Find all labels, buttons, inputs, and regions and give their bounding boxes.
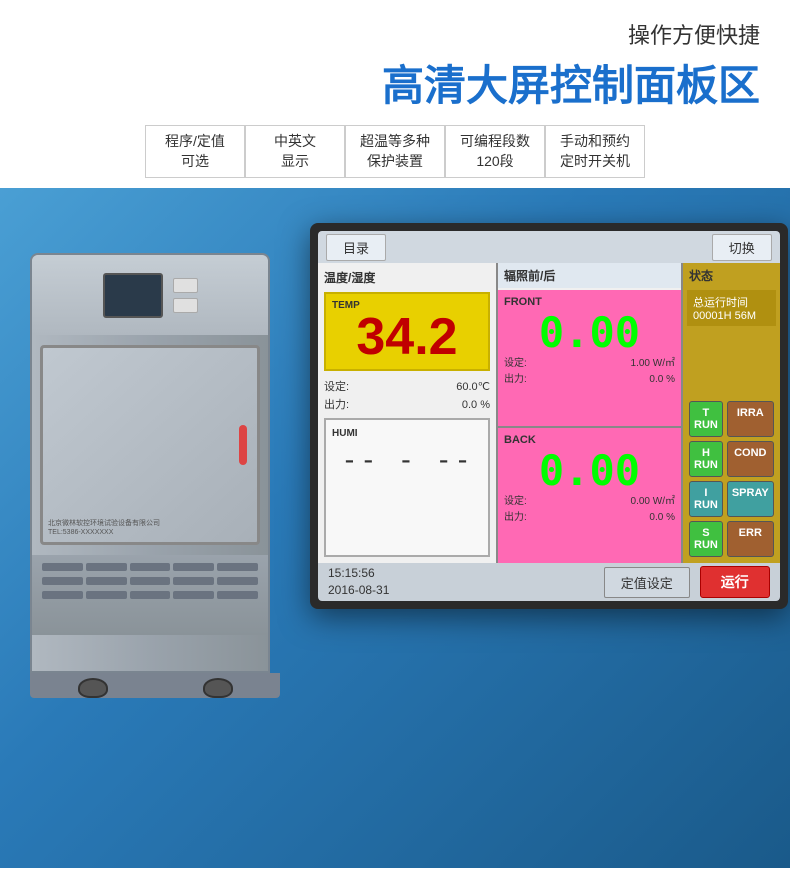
cp-tab-menu[interactable]: 目录 xyxy=(326,234,386,261)
cp-body: 温度/湿度 TEMP 34.2 设定: 60.0℃ 出力: xyxy=(318,263,780,563)
irra-front-value: 0.00 xyxy=(504,310,675,356)
vent-slot xyxy=(42,563,83,571)
machine-bottom xyxy=(32,555,268,635)
vent-slot xyxy=(86,577,127,585)
btn-h-run[interactable]: H RUN xyxy=(689,441,723,477)
cp-header: 目录 切换 xyxy=(318,231,780,263)
vent-slot xyxy=(130,591,171,599)
temp-setpoint: 设定: 60.0℃ xyxy=(324,379,490,397)
cp-footer: 15:15:56 2016-08-31 定值设定 运行 xyxy=(318,563,780,601)
cp-time-value: 15:15:56 xyxy=(328,565,389,582)
cp-setpoint-btn[interactable]: 定值设定 xyxy=(604,567,690,598)
door-handle xyxy=(239,425,247,465)
irra-front: FRONT 0.00 设定: 1.00 W/㎡ 出力: 0.0 % xyxy=(498,290,681,428)
btn-cond[interactable]: COND xyxy=(727,441,774,477)
cp-run-btn[interactable]: 运行 xyxy=(700,566,770,598)
status-label: 状态 xyxy=(683,263,780,288)
btn-err[interactable]: ERR xyxy=(727,521,774,557)
panel-temp-humi: 温度/湿度 TEMP 34.2 设定: 60.0℃ 出力: xyxy=(318,263,498,563)
vent-slot xyxy=(42,577,83,585)
temp-settings: 设定: 60.0℃ 出力: 0.0 % xyxy=(324,379,490,414)
machine-area: 北京微林软控环境试验设备有限公司 TEL:5386-XXXXXXX xyxy=(30,253,290,698)
machine-base xyxy=(30,673,280,698)
machine-body: 北京微林软控环境试验设备有限公司 TEL:5386-XXXXXXX xyxy=(30,253,270,673)
features-row: 程序/定值 可选 中英文 显示 超温等多种 保护装置 可编程段数 120段 手动… xyxy=(30,125,760,178)
irra-back-value: 0.00 xyxy=(504,448,675,494)
feature-2: 中英文 显示 xyxy=(245,125,345,178)
subtitle: 操作方便快捷 xyxy=(30,18,760,50)
vent-slot xyxy=(130,563,171,571)
humi-dashes: -- - -- xyxy=(332,443,482,476)
vent-slot xyxy=(217,563,258,571)
wheel-left xyxy=(78,678,108,698)
btn-spray[interactable]: SPRAY xyxy=(727,481,774,517)
screen-container: 目录 切换 温度/湿度 TEMP 34.2 设定: xyxy=(310,223,788,609)
panel-status: 状态 总运行时间 00001H 56M T RUN IRRA H RUN CON… xyxy=(683,263,780,563)
machine-controls xyxy=(173,278,198,313)
cp-datetime: 15:15:56 2016-08-31 xyxy=(328,565,389,599)
main-section: 北京微林软控环境试验设备有限公司 TEL:5386-XXXXXXX xyxy=(0,188,790,868)
vent-slot xyxy=(173,591,214,599)
irra-back-tag: BACK xyxy=(504,434,675,446)
irra-front-settings: 设定: 1.00 W/㎡ 出力: 0.0 % xyxy=(504,356,675,388)
vent-slot xyxy=(173,577,214,585)
wheel-right xyxy=(203,678,233,698)
irra-back-settings: 设定: 0.00 W/㎡ 出力: 0.0 % xyxy=(504,494,675,526)
vent-slot xyxy=(130,577,171,585)
irra-back: BACK 0.00 设定: 0.00 W/㎡ 出力: 0.0 % xyxy=(498,428,681,564)
machine-mini-screen xyxy=(103,273,163,318)
main-title: 高清大屏控制面板区 xyxy=(30,52,760,113)
vent-slot xyxy=(217,591,258,599)
btn-irra[interactable]: IRRA xyxy=(727,401,774,437)
control-btn-1 xyxy=(173,278,198,293)
feature-4: 可编程段数 120段 xyxy=(445,125,545,178)
humi-display: HUMI -- - -- xyxy=(324,418,490,557)
humi-tag: HUMI xyxy=(332,428,482,439)
machine-door: 北京微林软控环境试验设备有限公司 TEL:5386-XXXXXXX xyxy=(40,345,260,545)
btn-s-run[interactable]: S RUN xyxy=(689,521,723,557)
monitor-screen: 目录 切换 温度/湿度 TEMP 34.2 设定: xyxy=(318,231,780,601)
vent-row-2 xyxy=(42,577,258,585)
vent-slot xyxy=(42,591,83,599)
machine-label: 北京微林软控环境试验设备有限公司 TEL:5386-XXXXXXX xyxy=(48,519,160,537)
top-section: 操作方便快捷 高清大屏控制面板区 程序/定值 可选 中英文 显示 超温等多种 保… xyxy=(0,0,790,188)
irra-front-tag: FRONT xyxy=(504,296,675,308)
monitor-frame: 目录 切换 温度/湿度 TEMP 34.2 设定: xyxy=(310,223,788,609)
feature-5: 手动和预约 定时开关机 xyxy=(545,125,645,178)
vent-row-3 xyxy=(42,591,258,599)
feature-3: 超温等多种 保护装置 xyxy=(345,125,445,178)
btn-i-run[interactable]: I RUN xyxy=(689,481,723,517)
vent-slot xyxy=(173,563,214,571)
cp-tab-switch[interactable]: 切换 xyxy=(712,234,772,261)
feature-1: 程序/定值 可选 xyxy=(145,125,245,178)
temp-humi-label: 温度/湿度 xyxy=(324,269,490,286)
irra-label: 辐照前/后 xyxy=(498,263,681,288)
temp-display: TEMP 34.2 xyxy=(324,292,490,371)
panel-irra: 辐照前/后 FRONT 0.00 设定: 1.00 W/㎡ 出力: 0.0 % xyxy=(498,263,683,563)
vent-slot xyxy=(217,577,258,585)
temp-output: 出力: 0.0 % xyxy=(324,397,490,415)
status-buttons: T RUN IRRA H RUN COND I RUN SPRAY S RUN … xyxy=(683,395,780,563)
cp-date-value: 2016-08-31 xyxy=(328,582,389,599)
control-btn-2 xyxy=(173,298,198,313)
runtime-display: 总运行时间 00001H 56M xyxy=(687,290,776,326)
vent-slot xyxy=(86,563,127,571)
machine-top-panel xyxy=(32,255,268,335)
vent-slot xyxy=(86,591,127,599)
vent-row-1 xyxy=(42,563,258,571)
temp-value: 34.2 xyxy=(332,311,482,363)
btn-t-run[interactable]: T RUN xyxy=(689,401,723,437)
